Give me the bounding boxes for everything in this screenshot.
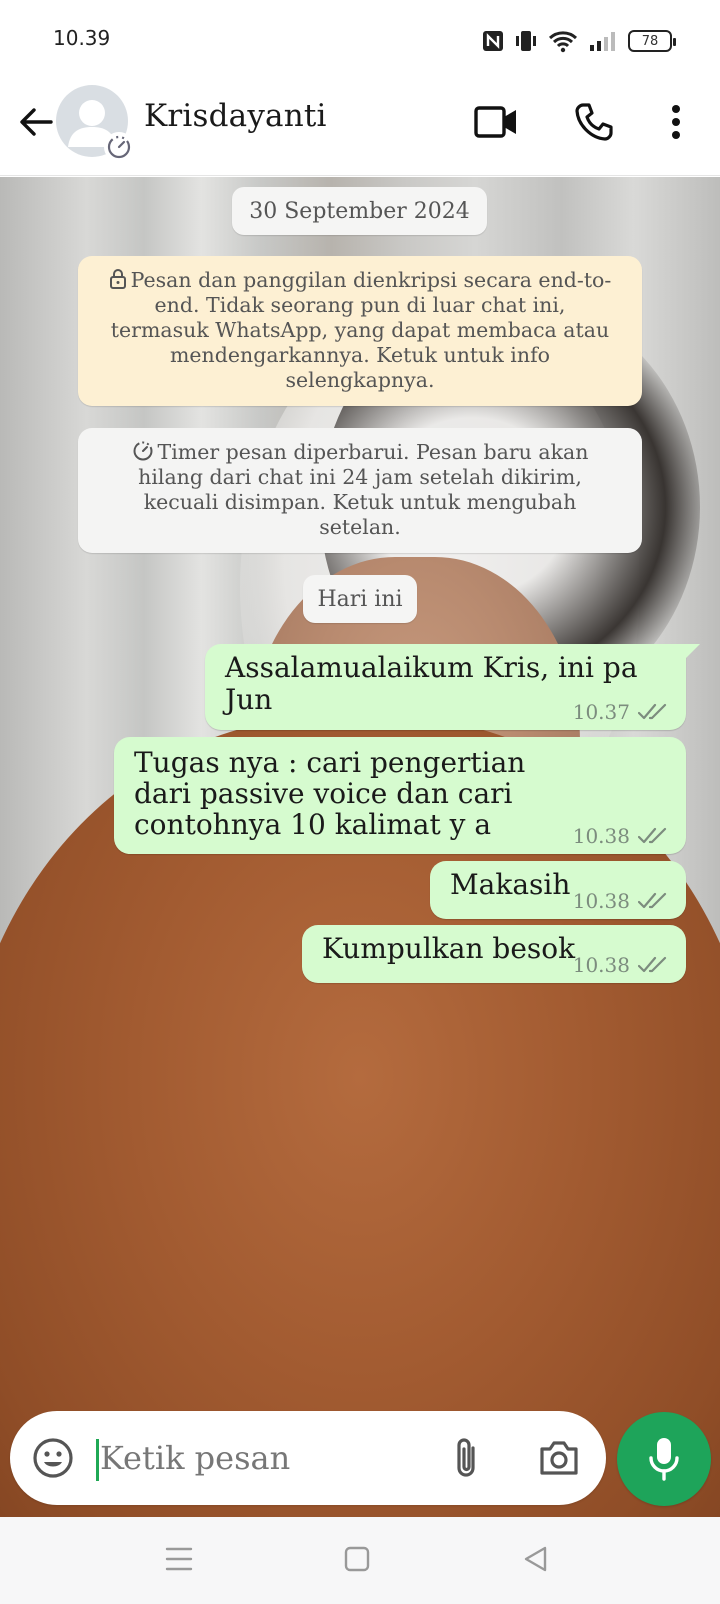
date-label: 30 September 2024 [232, 187, 487, 235]
camera-icon [540, 1441, 578, 1475]
camera-button[interactable] [534, 1433, 584, 1483]
message-composer [10, 1411, 606, 1505]
double-tick-icon [638, 956, 667, 973]
timer-notice[interactable]: Timer pesan diperbarui. Pesan baru akan … [78, 428, 642, 553]
emoji-button[interactable] [30, 1435, 76, 1481]
message-time: 10.37 [572, 700, 630, 724]
chat-area[interactable]: 30 September 2024 Pesan dan panggilan di… [0, 177, 720, 1517]
voice-call-button[interactable] [568, 96, 620, 148]
signal-icon [590, 32, 615, 51]
attach-button[interactable] [442, 1431, 492, 1485]
nav-home-button[interactable] [332, 1537, 382, 1581]
vibrate-icon [516, 31, 536, 51]
encryption-notice[interactable]: Pesan dan panggilan dienkripsi secara en… [78, 256, 642, 406]
disappearing-timer-icon [107, 135, 131, 159]
chat-header: Krisdayanti [0, 80, 720, 176]
system-nav-bar [0, 1517, 720, 1604]
message-meta: 10.38 [573, 889, 670, 913]
double-tick-icon [638, 703, 667, 720]
today-label: Hari ini [303, 575, 417, 623]
status-icons: 78 [482, 26, 676, 56]
nav-recents-button[interactable] [154, 1537, 204, 1581]
mic-icon [649, 1438, 679, 1481]
status-bar: 10.39 78 [0, 0, 720, 80]
encryption-notice-text: Pesan dan panggilan dienkripsi secara en… [110, 268, 612, 392]
voice-message-button[interactable] [617, 1412, 711, 1506]
message-time: 10.38 [572, 824, 630, 848]
message-time: 10.38 [572, 953, 630, 977]
wifi-icon [548, 31, 578, 53]
nfc-icon [483, 31, 503, 51]
message-time: 10.38 [572, 889, 630, 913]
more-vert-icon [672, 105, 680, 139]
message-bubble[interactable]: Makasih 10.38 [430, 861, 686, 919]
timer-icon [133, 441, 153, 461]
message-meta: 10.38 [573, 953, 670, 977]
emoji-icon [33, 1438, 73, 1478]
video-call-button[interactable] [470, 96, 522, 148]
back-button[interactable] [14, 100, 58, 144]
phone-icon [575, 103, 613, 141]
arrow-left-icon [20, 108, 53, 136]
lock-icon [109, 269, 126, 289]
message-text: Makasih [450, 868, 571, 901]
more-options-button[interactable] [652, 96, 700, 148]
nav-back-button[interactable] [510, 1537, 560, 1581]
timer-notice-text: Timer pesan diperbarui. Pesan baru akan … [138, 440, 589, 539]
contact-name[interactable]: Krisdayanti [144, 98, 327, 134]
home-square-icon [344, 1546, 370, 1572]
battery-icon: 78 [628, 30, 676, 52]
timer-badge [104, 132, 134, 162]
video-camera-icon [474, 106, 516, 138]
message-bubble[interactable]: Assalamualaikum Kris, ini pa Jun 10.37 [205, 644, 700, 730]
back-triangle-icon [524, 1546, 547, 1572]
message-bubble[interactable]: Tugas nya : cari pengertian dari passive… [114, 737, 686, 854]
message-meta: 10.38 [573, 824, 670, 848]
message-bubble[interactable]: Kumpulkan besok 10.38 [302, 925, 686, 983]
message-text: Tugas nya : cari pengertian dari passive… [134, 746, 526, 841]
battery-level: 78 [641, 33, 659, 49]
message-meta: 10.37 [573, 700, 670, 724]
double-tick-icon [638, 827, 667, 844]
status-time: 10.39 [53, 26, 111, 50]
message-input[interactable] [96, 1427, 426, 1489]
paperclip-icon [457, 1438, 475, 1477]
bubble-tail [686, 644, 700, 658]
double-tick-icon [638, 892, 667, 909]
message-text: Kumpulkan besok [322, 932, 576, 965]
menu-icon [165, 1547, 193, 1571]
